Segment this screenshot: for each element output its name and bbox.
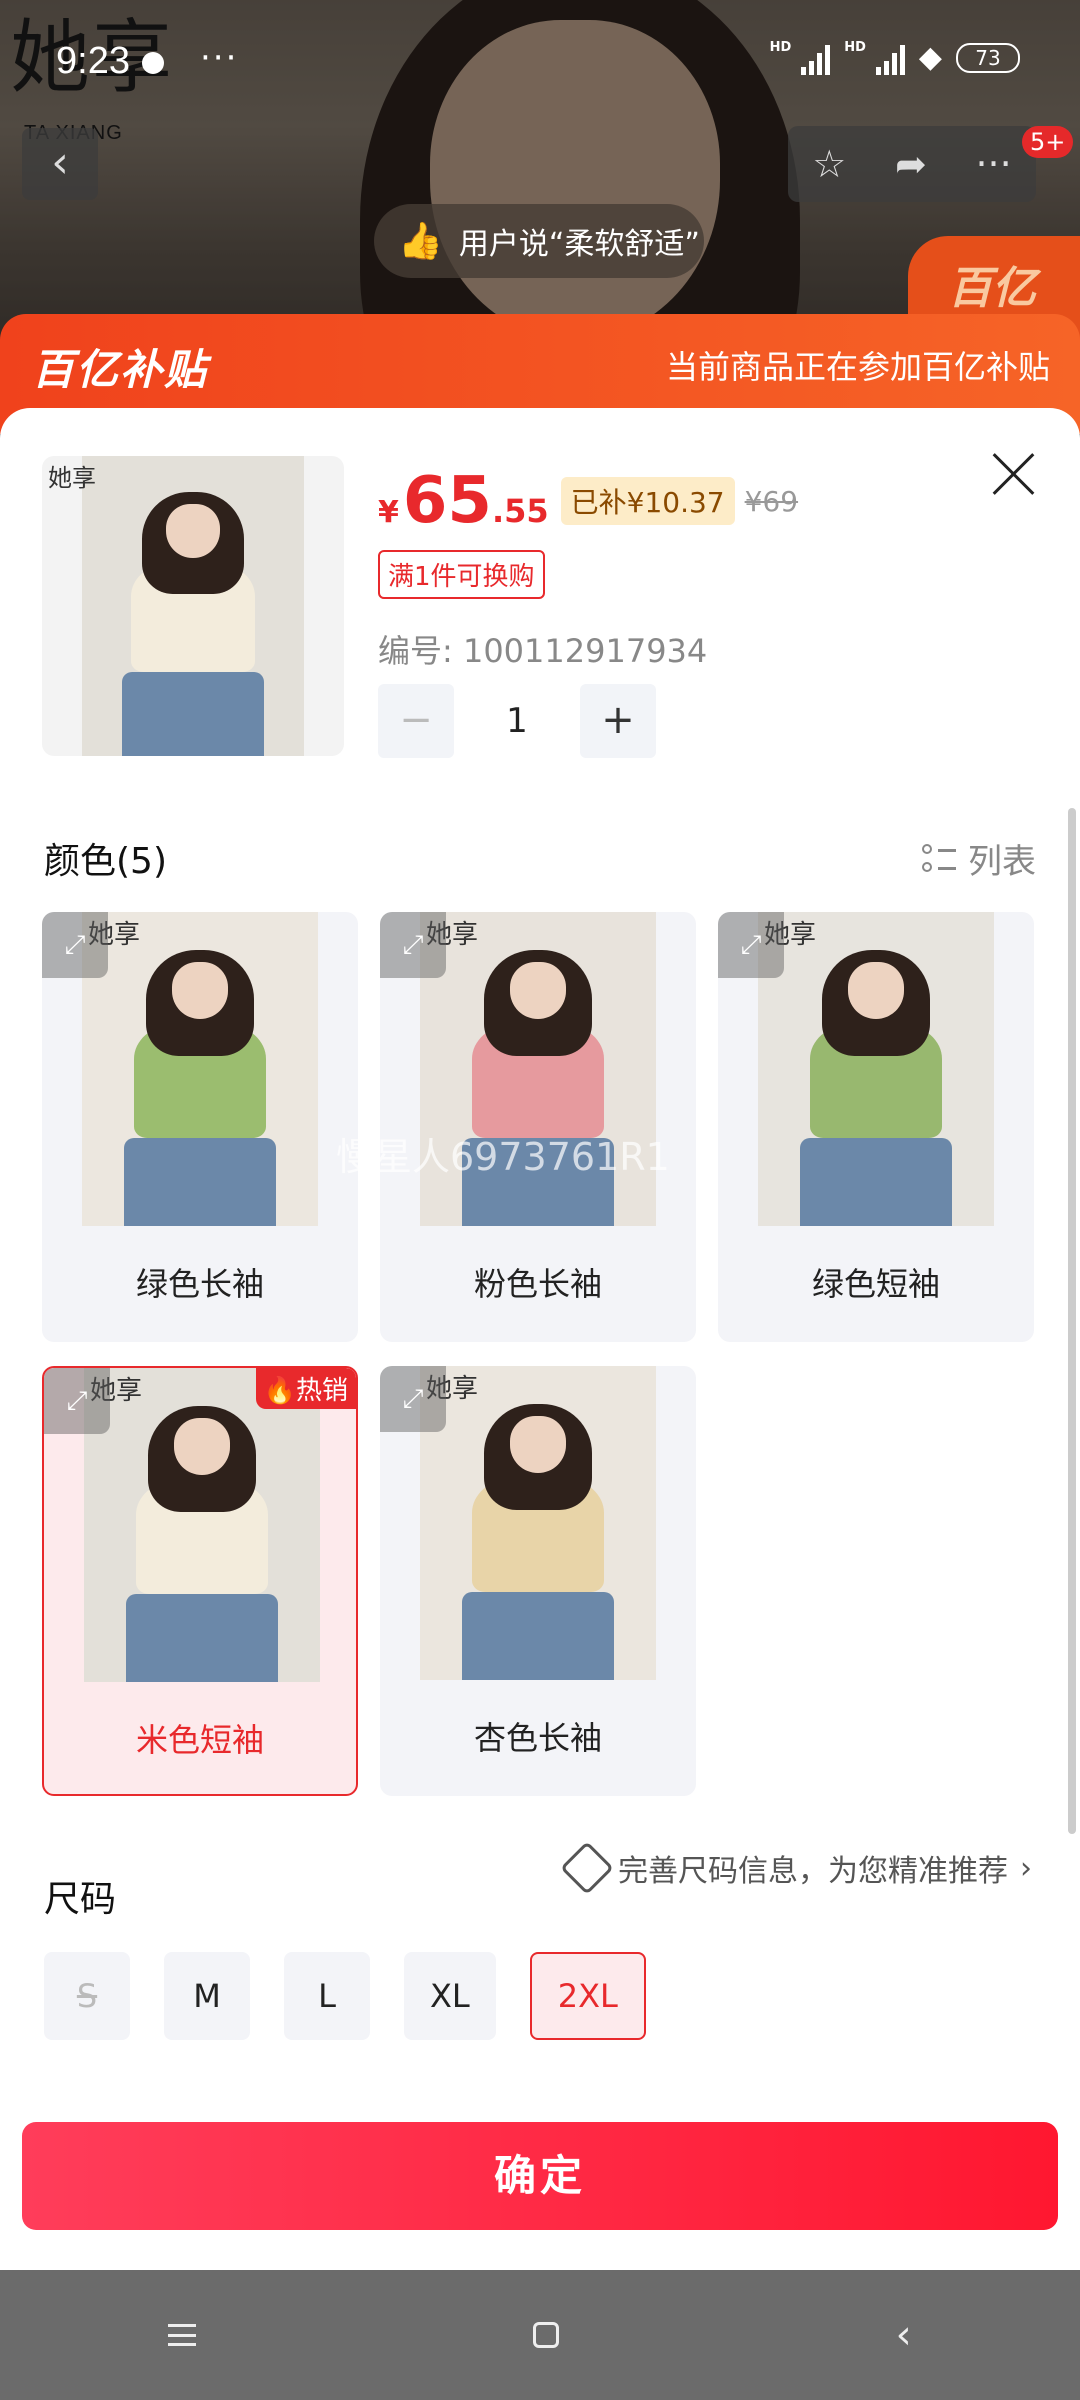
list-view-toggle[interactable]: 列表 [922,834,1036,883]
color-option-photo: 她享 [84,1368,320,1682]
signal-icon [801,41,831,75]
user-watermark: 慢星人6973761R1 [336,1135,670,1179]
list-view-label: 列表 [968,842,1036,882]
status-more-icon: ··· [200,38,239,78]
status-indicators: HD HD ◆ 73 [770,40,1020,75]
battery-icon: 73 [956,42,1020,73]
top-action-bar: ☆ ➦ ··· [788,126,1036,202]
sku-selector-sheet: 她享 ¥ 65 .55 已补¥10.37 ¥69 满1件可换购 编号: 1001… [0,408,1080,2270]
size-option[interactable]: S [44,1952,130,2040]
hd-icon: HD [844,40,866,55]
color-option[interactable]: 她享 ⤢ 绿色短袖 [718,912,1034,1342]
chevron-right-icon: › [1020,1850,1032,1886]
promo-tag: 满1件可换购 [378,550,545,599]
back-icon[interactable]: ‹ [896,2312,912,2358]
alarm-icon [142,52,164,74]
expand-icon[interactable]: ⤢ [718,912,784,978]
sku-code: 编号: 100112917934 [378,632,708,670]
scrollbar[interactable] [1068,808,1076,1834]
subsidy-amount-badge: 已补¥10.37 [560,477,735,525]
size-hint-text: 完善尺码信息，为您精准推荐 [618,1854,1008,1889]
ruler-icon [560,1841,614,1895]
recent-apps-icon[interactable] [168,2324,197,2346]
price-row: ¥ 65 .55 已补¥10.37 ¥69 [378,464,798,538]
color-section-title: 颜色(5) [44,841,167,882]
product-photo [82,456,304,756]
hd-icon: HD [769,40,792,55]
color-option[interactable]: 她享 ⤢ 杏色长袖 [380,1366,696,1796]
quantity-increase-button[interactable]: + [580,684,656,758]
product-thumbnail[interactable]: 她享 [42,456,344,756]
color-option-label: 米色短袖 [135,1721,264,1759]
back-arrow-icon[interactable]: ‹ [22,128,98,200]
size-recommendation-link[interactable]: 完善尺码信息，为您精准推荐 › [560,1841,1032,1895]
original-price: ¥69 [744,484,799,518]
quantity-value[interactable]: 1 [454,701,580,741]
color-option-label: 杏色长袖 [473,1719,602,1757]
size-option[interactable]: XL [404,1952,496,2040]
expand-icon[interactable]: ⤢ [380,1366,446,1432]
color-option-label: 粉色长袖 [473,1265,602,1303]
size-option[interactable]: M [164,1952,250,2040]
signal-icon [875,41,905,75]
color-option-label: 绿色长袖 [135,1265,264,1303]
color-option-photo: 她享 [758,912,994,1226]
star-icon[interactable]: ☆ [812,142,846,186]
home-icon[interactable] [532,2322,559,2348]
expand-icon[interactable]: ⤢ [380,912,446,978]
color-option[interactable]: 她享 ⤢ 绿色长袖 [42,912,358,1342]
quantity-stepper: − 1 + [378,684,656,758]
price-integer: 65 [402,464,492,538]
thumbs-up-icon: 👍 [398,221,443,262]
color-option-photo: 她享 [82,912,318,1226]
message-count-badge: 5+ [1022,126,1074,158]
quantity-decrease-button[interactable]: − [378,684,454,758]
price-currency: ¥ [378,495,399,530]
size-option[interactable]: 2XL [529,1952,646,2040]
review-highlight-pill[interactable]: 👍 用户说“柔软舒适” [374,204,704,278]
share-icon[interactable]: ➦ [895,142,927,186]
size-options: S M L XL 2XL [44,1952,646,2040]
hot-sale-badge: 🔥热销 [255,1368,356,1409]
system-nav-bar: ‹ [0,2270,1080,2400]
wifi-icon: ◆ [918,40,942,75]
expand-icon[interactable]: ⤢ [44,1368,110,1434]
review-highlight-text: 用户说“柔软舒适” [458,227,700,262]
size-section-title: 尺码 [44,1879,117,1920]
color-option-photo: 她享 [420,1366,656,1680]
list-icon [922,842,956,876]
color-option-label: 绿色短袖 [811,1265,940,1303]
confirm-button[interactable]: 确定 [22,2122,1058,2230]
more-icon[interactable]: ··· [975,142,1011,186]
expand-icon[interactable]: ⤢ [42,912,108,978]
status-time: 9:23 [56,40,130,82]
size-option[interactable]: L [284,1952,370,2040]
color-option[interactable]: 她享 ⤢ 🔥热销米色短袖 [42,1366,358,1796]
price-decimal: .55 [491,492,549,530]
thumbnail-brand-logo: 她享 [48,464,96,492]
close-icon[interactable] [992,452,1036,496]
